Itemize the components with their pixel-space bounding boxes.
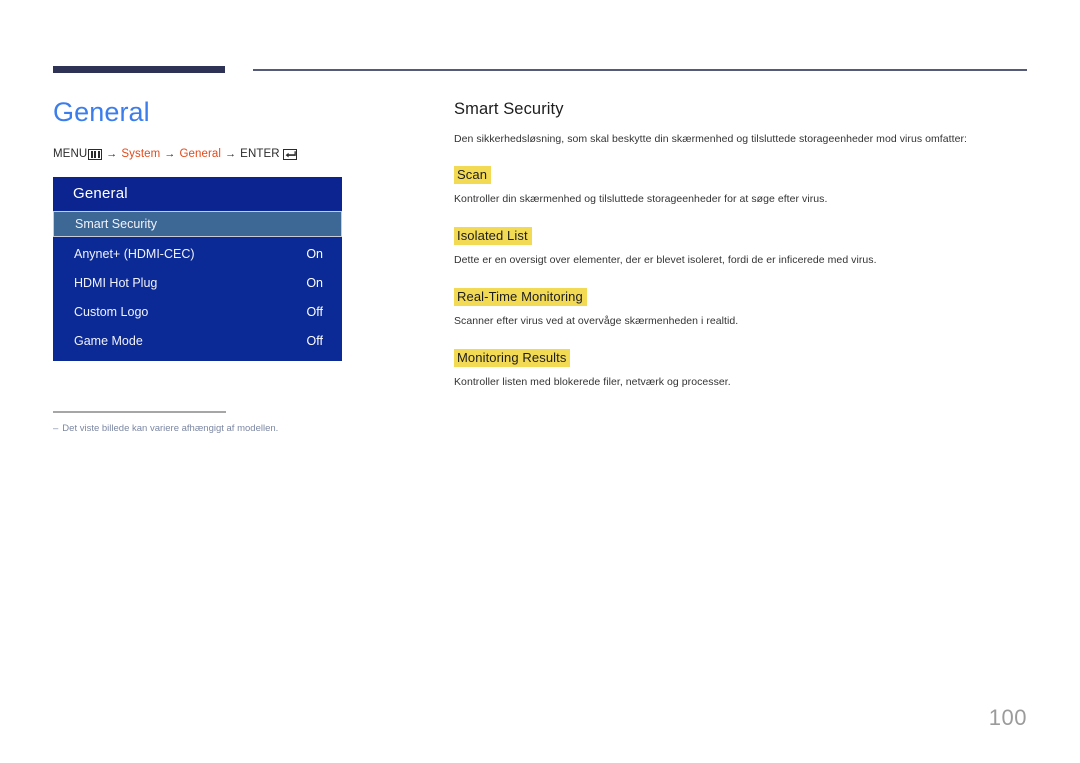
section-title: Smart Security xyxy=(454,100,564,118)
content-block-scan: Scan Kontroller din skærmenhed og tilslu… xyxy=(454,166,1034,207)
content-block-monitoring-results: Monitoring Results Kontroller listen med… xyxy=(454,349,1034,390)
footnote-text: Det viste billede kan variere afhængigt … xyxy=(62,423,279,434)
menu-bars-icon xyxy=(88,148,103,160)
right-column: Smart Security Den sikkerhedsløsning, so… xyxy=(454,100,1034,390)
osd-row-smart-security[interactable]: Smart Security xyxy=(53,211,342,237)
osd-row-value: Off xyxy=(306,304,323,319)
osd-menu-panel: General Smart Security Anynet+ (HDMI-CEC… xyxy=(53,177,342,361)
osd-menu-header-label: General xyxy=(73,185,128,202)
osd-row-label: Smart Security xyxy=(75,217,157,231)
osd-row-game-mode[interactable]: Game Mode Off xyxy=(53,326,342,355)
block-heading: Real-Time Monitoring xyxy=(454,288,587,306)
osd-row-value: On xyxy=(306,246,323,261)
page-title: General xyxy=(53,97,150,127)
page-number: 100 xyxy=(988,705,1027,730)
section-intro: Den sikkerhedsløsning, som skal beskytte… xyxy=(454,133,967,145)
osd-menu-header: General xyxy=(53,177,342,210)
block-text: Kontroller listen med blokerede filer, n… xyxy=(454,376,731,388)
breadcrumb-menu-label: MENU xyxy=(53,148,88,160)
block-text: Dette er en oversigt over elementer, der… xyxy=(454,254,877,266)
breadcrumb-arrow-1: → xyxy=(106,148,118,160)
block-heading: Monitoring Results xyxy=(454,349,571,367)
osd-row-label: HDMI Hot Plug xyxy=(74,275,158,290)
footnote-divider xyxy=(53,411,226,413)
osd-row-hdmi-hot-plug[interactable]: HDMI Hot Plug On xyxy=(53,268,342,297)
breadcrumb-enter-label: ENTER xyxy=(240,148,280,160)
breadcrumb-arrow-3: → xyxy=(225,148,237,160)
footnote-dash: – xyxy=(53,423,59,434)
osd-row-value: Off xyxy=(306,333,323,348)
osd-row-label: Custom Logo xyxy=(74,304,149,319)
osd-row-label: Game Mode xyxy=(74,333,143,348)
header-rule-thick xyxy=(53,66,225,73)
enter-key-icon xyxy=(282,148,297,160)
breadcrumb-arrow-2: → xyxy=(164,148,176,160)
block-text: Scanner efter virus ved at overvåge skær… xyxy=(454,315,739,327)
osd-row-anynet[interactable]: Anynet+ (HDMI-CEC) On xyxy=(53,239,342,268)
breadcrumb-step-system[interactable]: System xyxy=(121,148,160,160)
block-heading: Isolated List xyxy=(454,227,532,245)
breadcrumb-step-general[interactable]: General xyxy=(179,148,221,160)
block-text: Kontroller din skærmenhed og tilsluttede… xyxy=(454,193,828,205)
header-rule-thin xyxy=(253,69,1027,71)
osd-row-label: Anynet+ (HDMI-CEC) xyxy=(74,246,195,261)
breadcrumb: MENU → System → General → ENTER xyxy=(53,148,353,160)
osd-menu-rows: Smart Security Anynet+ (HDMI-CEC) On HDM… xyxy=(53,211,342,355)
content-block-isolated-list: Isolated List Dette er en oversigt over … xyxy=(454,227,1034,268)
left-column: General MENU → System → General → ENTER … xyxy=(53,96,353,361)
block-heading: Scan xyxy=(454,166,492,184)
osd-row-value: On xyxy=(306,275,323,290)
content-block-real-time-monitoring: Real-Time Monitoring Scanner efter virus… xyxy=(454,288,1034,329)
footnote: – Det viste billede kan variere afhængigt… xyxy=(53,422,353,436)
osd-row-custom-logo[interactable]: Custom Logo Off xyxy=(53,297,342,326)
